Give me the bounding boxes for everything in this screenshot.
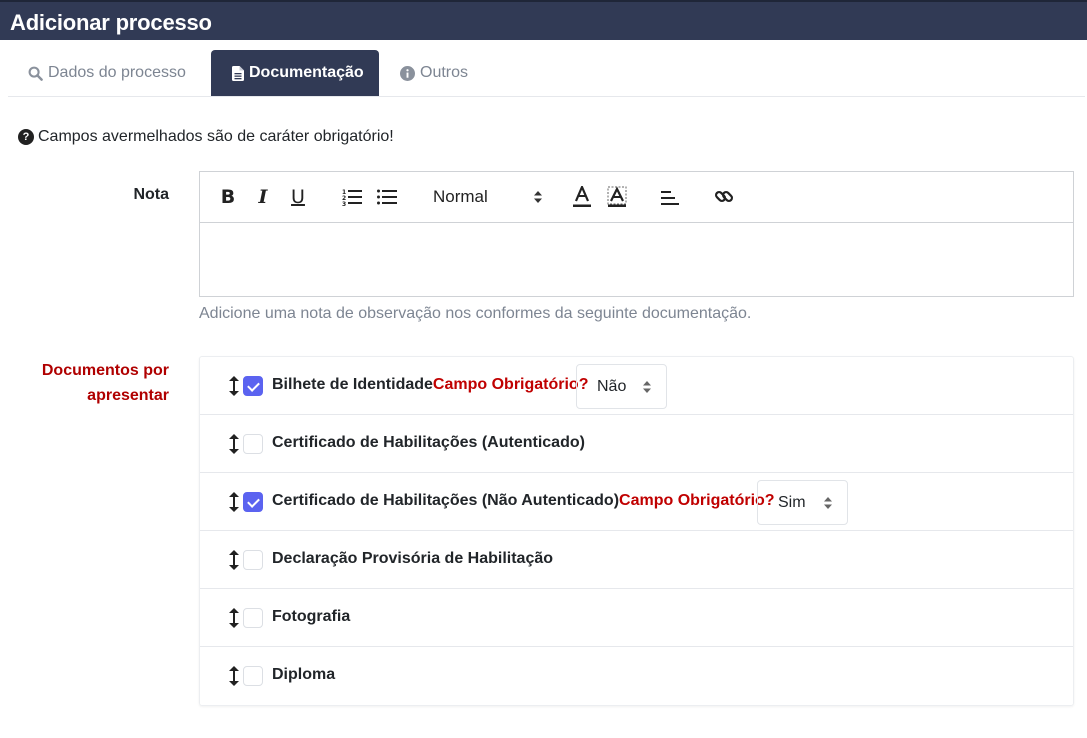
document-name: Bilhete de Identidade	[272, 376, 433, 393]
link-button[interactable]	[712, 184, 736, 210]
required-select-value: Não	[597, 377, 627, 395]
required-question-label: Campo Obrigatório?	[619, 492, 775, 509]
tab-label: Documentação	[249, 64, 364, 81]
text-color-button[interactable]	[570, 184, 594, 210]
drag-handle-icon[interactable]	[228, 550, 240, 570]
required-question-label: Campo Obrigatório?	[432, 376, 589, 393]
link-icon	[714, 190, 734, 203]
search-icon	[28, 66, 43, 81]
nota-rich-text-editor: B I U 123 Normal	[199, 171, 1074, 297]
nota-label: Nota	[133, 186, 169, 203]
documents-label-line: apresentar	[87, 387, 169, 404]
list-item: Diploma	[200, 647, 1073, 705]
document-name: Certificado de Habilitações (Não Autenti…	[272, 492, 620, 509]
list-item: Bilhete de IdentidadeCampo Obrigatório? …	[200, 357, 1073, 415]
tab-dados-do-processo[interactable]: Dados do processo	[28, 50, 186, 96]
svg-text:3: 3	[342, 201, 346, 206]
drag-handle-icon[interactable]	[228, 608, 240, 628]
drag-handle-icon[interactable]	[228, 434, 240, 454]
document-name: Diploma	[272, 666, 336, 683]
select-arrows-icon	[643, 381, 651, 393]
bold-button[interactable]: B	[218, 184, 238, 210]
question-circle-icon: ?	[18, 129, 34, 145]
page-title: Adicionar processo	[10, 10, 212, 35]
tab-label: Outros	[420, 64, 469, 81]
required-select[interactable]: Sim	[757, 480, 848, 525]
tab-label: Dados do processo	[48, 64, 186, 81]
document-checkbox[interactable]	[243, 550, 263, 570]
nota-help-text: Adicione uma nota de observação nos conf…	[199, 305, 752, 322]
nota-editor-content[interactable]	[200, 223, 1073, 296]
document-checkbox[interactable]	[243, 666, 263, 686]
background-color-icon	[607, 186, 627, 207]
required-select-value: Sim	[778, 493, 806, 511]
document-checkbox[interactable]	[243, 608, 263, 628]
list-item: Certificado de Habilitações (Não Autenti…	[200, 473, 1073, 531]
document-checkbox[interactable]	[243, 376, 263, 396]
align-button[interactable]	[658, 184, 682, 210]
document-name: Fotografia	[272, 608, 351, 625]
tab-documentacao[interactable]: Documentação	[211, 50, 379, 96]
documents-label: Documentos por apresentar	[19, 358, 169, 408]
text-format-value: Normal	[433, 187, 488, 206]
italic-button[interactable]: I	[253, 184, 273, 210]
select-arrows-icon	[534, 191, 542, 203]
list-item: Certificado de Habilitações (Autenticado…	[200, 415, 1073, 473]
editor-toolbar: B I U 123 Normal	[200, 172, 1073, 223]
list-item: Declaração Provisória de Habilitação	[200, 531, 1073, 589]
title-bar: Adicionar processo	[0, 0, 1087, 40]
text-color-icon	[573, 186, 591, 207]
tab-bar: Dados do processo Documentação Outros	[8, 50, 1085, 97]
file-icon	[232, 65, 244, 81]
select-arrows-icon	[824, 497, 832, 509]
drag-handle-icon[interactable]	[228, 492, 240, 512]
documents-list: Bilhete de IdentidadeCampo Obrigatório? …	[199, 356, 1074, 706]
required-fields-notice: ? Campos avermelhados são de caráter obr…	[18, 128, 394, 146]
list-item: Fotografia	[200, 589, 1073, 647]
document-name: Certificado de Habilitações (Autenticado…	[272, 434, 585, 451]
documents-label-line: Documentos por	[41, 362, 169, 379]
notice-text: Campos avermelhados são de caráter obrig…	[38, 128, 394, 145]
background-color-button[interactable]	[605, 184, 629, 210]
tab-outros[interactable]: Outros	[400, 50, 468, 96]
document-name: Declaração Provisória de Habilitação	[272, 550, 554, 567]
text-format-select[interactable]: Normal	[433, 184, 543, 210]
ordered-list-button[interactable]: 123	[340, 184, 364, 210]
drag-handle-icon[interactable]	[228, 666, 240, 686]
bullet-list-icon	[377, 189, 397, 205]
document-name-line: Certificado de Habilitações (Não Autenti…	[272, 492, 775, 510]
info-icon	[400, 65, 415, 81]
document-name-line: Bilhete de IdentidadeCampo Obrigatório?	[272, 376, 588, 394]
ordered-list-icon: 123	[342, 189, 362, 206]
align-icon	[661, 191, 679, 205]
required-select[interactable]: Não	[576, 364, 667, 409]
underline-button[interactable]: U	[288, 184, 308, 210]
bullet-list-button[interactable]	[375, 184, 399, 210]
document-checkbox[interactable]	[243, 434, 263, 454]
drag-handle-icon[interactable]	[228, 376, 240, 396]
document-checkbox[interactable]	[243, 492, 263, 512]
